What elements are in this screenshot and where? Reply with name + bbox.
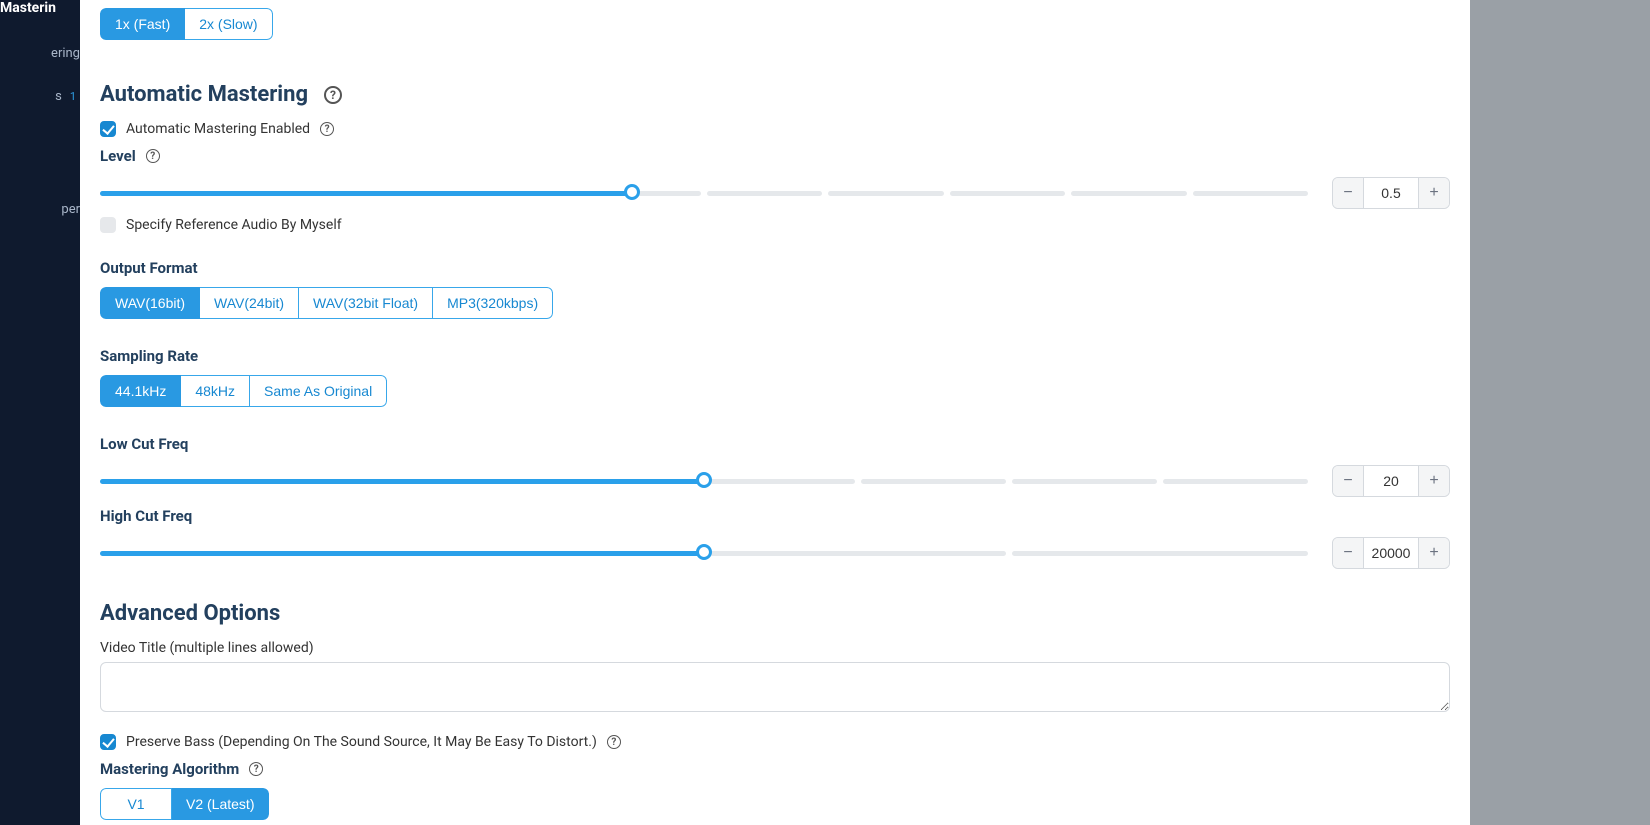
speed-option-1x[interactable]: 1x (Fast)	[100, 8, 185, 40]
video-title-label: Video Title (multiple lines allowed)	[100, 640, 1450, 656]
checkbox-label: Preserve Bass (Depending On The Sound So…	[126, 734, 597, 750]
output-format-label: Output Format	[100, 259, 1450, 277]
sidebar-item[interactable]: per	[0, 188, 80, 231]
speed-selector: 1x (Fast) 2x (Slow)	[100, 8, 273, 40]
algo-label: Mastering Algorithm ?	[100, 760, 1450, 778]
decrement-button[interactable]: −	[1333, 178, 1363, 208]
slider-handle[interactable]	[696, 472, 712, 488]
label-text: Mastering Algorithm	[100, 760, 239, 778]
sidebar-item-label: s	[55, 89, 62, 104]
slider-handle[interactable]	[624, 184, 640, 200]
video-title-input[interactable]	[100, 662, 1450, 712]
high-cut-row: − +	[100, 537, 1450, 569]
increment-button[interactable]: +	[1419, 466, 1449, 496]
speed-option-2x[interactable]: 2x (Slow)	[185, 8, 272, 40]
high-cut-slider[interactable]	[100, 546, 1308, 560]
checkbox-label: Specify Reference Audio By Myself	[126, 217, 342, 233]
specify-reference-checkbox[interactable]	[100, 217, 116, 233]
low-cut-label: Low Cut Freq	[100, 435, 1450, 453]
algo-selector: V1 V2 (Latest)	[100, 788, 269, 820]
help-icon[interactable]: ?	[146, 149, 160, 163]
algo-v1[interactable]: V1	[100, 788, 172, 820]
sidebar-badge: 1	[66, 90, 80, 103]
level-stepper: − +	[1332, 177, 1450, 209]
main-panel: 1x (Fast) 2x (Slow) Automatic Mastering …	[80, 0, 1470, 825]
low-cut-row: − +	[100, 465, 1450, 497]
help-icon[interactable]: ?	[607, 735, 621, 749]
heading-text: Advanced Options	[100, 601, 280, 626]
rate-original[interactable]: Same As Original	[250, 375, 387, 407]
sampling-rate-label: Sampling Rate	[100, 347, 1450, 365]
label-text: Sampling Rate	[100, 347, 198, 365]
specify-reference-row: Specify Reference Audio By Myself	[100, 217, 1450, 233]
slider-handle[interactable]	[696, 544, 712, 560]
preserve-bass-row: Preserve Bass (Depending On The Sound So…	[100, 734, 1450, 750]
decrement-button[interactable]: −	[1333, 538, 1363, 568]
format-wav16[interactable]: WAV(16bit)	[100, 287, 200, 319]
rate-44khz[interactable]: 44.1kHz	[100, 375, 181, 407]
help-icon[interactable]: ?	[320, 122, 334, 136]
format-wav32f[interactable]: WAV(32bit Float)	[299, 287, 433, 319]
section-heading-advanced: Advanced Options	[100, 601, 1450, 626]
sampling-rate-selector: 44.1kHz 48kHz Same As Original	[100, 375, 387, 407]
label-text: Output Format	[100, 259, 198, 277]
low-cut-slider[interactable]	[100, 474, 1308, 488]
sidebar-item[interactable]: s1	[0, 75, 80, 118]
level-row: − +	[100, 177, 1450, 209]
section-heading-mastering: Automatic Mastering ?	[100, 82, 1450, 107]
auto-mastering-enabled-row: Automatic Mastering Enabled ?	[100, 121, 1450, 137]
label-text: High Cut Freq	[100, 507, 192, 525]
output-format-selector: WAV(16bit) WAV(24bit) WAV(32bit Float) M…	[100, 287, 553, 319]
format-wav24[interactable]: WAV(24bit)	[200, 287, 299, 319]
preserve-bass-checkbox[interactable]	[100, 734, 116, 750]
level-slider[interactable]	[100, 186, 1308, 200]
high-cut-input[interactable]	[1363, 538, 1419, 568]
checkbox-label: Automatic Mastering Enabled	[126, 121, 310, 137]
rate-48khz[interactable]: 48kHz	[181, 375, 250, 407]
sidebar: Masterin ering s1 per	[0, 0, 80, 825]
sidebar-header: Masterin	[0, 0, 80, 32]
help-icon[interactable]: ?	[324, 86, 342, 104]
low-cut-stepper: − +	[1332, 465, 1450, 497]
sidebar-item[interactable]: ering	[0, 32, 80, 75]
help-icon[interactable]: ?	[249, 762, 263, 776]
heading-text: Automatic Mastering	[100, 82, 308, 107]
sidebar-item[interactable]	[0, 118, 80, 146]
level-label: Level ?	[100, 147, 1450, 165]
low-cut-input[interactable]	[1363, 466, 1419, 496]
decrement-button[interactable]: −	[1333, 466, 1363, 496]
label-text: Low Cut Freq	[100, 435, 188, 453]
label-text: Level	[100, 147, 136, 165]
level-input[interactable]	[1363, 178, 1419, 208]
format-mp3[interactable]: MP3(320kbps)	[433, 287, 553, 319]
sidebar-item-label: ering	[51, 46, 80, 61]
auto-mastering-checkbox[interactable]	[100, 121, 116, 137]
algo-v2[interactable]: V2 (Latest)	[172, 788, 269, 820]
high-cut-stepper: − +	[1332, 537, 1450, 569]
increment-button[interactable]: +	[1419, 178, 1449, 208]
sidebar-item-label: per	[61, 202, 80, 217]
increment-button[interactable]: +	[1419, 538, 1449, 568]
high-cut-label: High Cut Freq	[100, 507, 1450, 525]
